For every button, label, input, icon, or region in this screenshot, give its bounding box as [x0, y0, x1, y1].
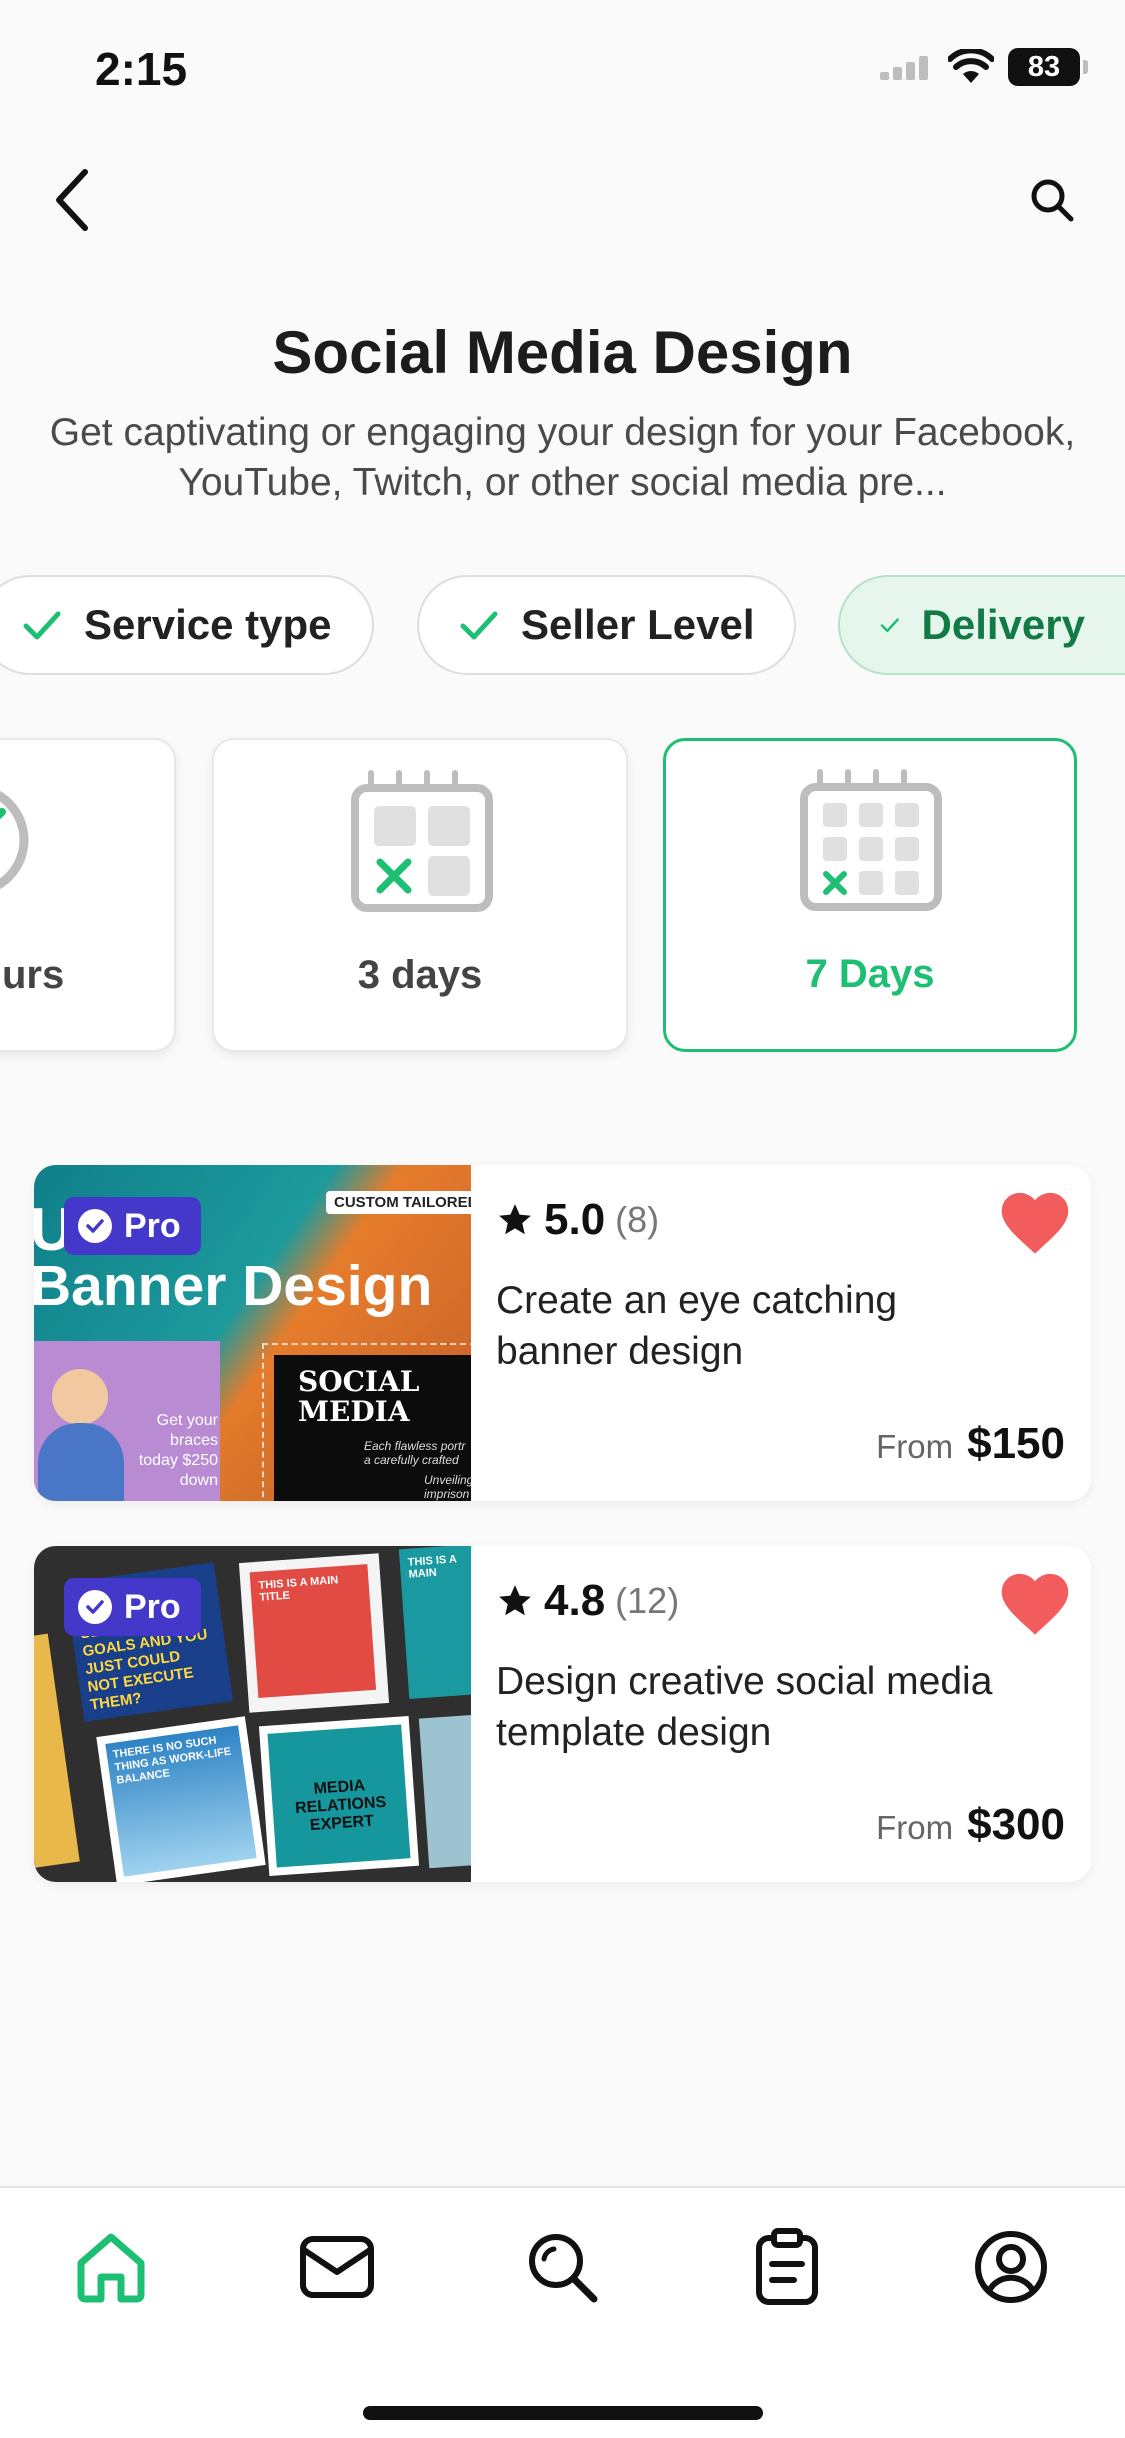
- gig-price: From $150: [876, 1419, 1065, 1469]
- review-count: (12): [615, 1580, 680, 1621]
- search-icon: [529, 2234, 598, 2303]
- verified-icon: [78, 1209, 112, 1243]
- delivery-option-label: 3 days: [357, 953, 483, 997]
- battery-indicator: 83: [1008, 48, 1088, 86]
- nav-search[interactable]: [517, 2222, 607, 2312]
- gig-title[interactable]: Create an eye catching banner design: [496, 1275, 1016, 1377]
- thumb-text: THERE IS NO SUCH THING AS WORK-LIFE BALA…: [112, 1734, 232, 1787]
- back-button[interactable]: [38, 160, 108, 240]
- filter-chip-label: Seller Level: [521, 601, 755, 648]
- delivery-option-label: urs: [2, 953, 65, 997]
- battery-level: 83: [1027, 50, 1061, 83]
- clock-icon: [0, 790, 29, 890]
- nav-orders[interactable]: [742, 2222, 832, 2312]
- nav-profile[interactable]: [966, 2222, 1056, 2312]
- calendar-3days-icon: [351, 770, 493, 912]
- gig-card[interactable]: SET YOUR GOALS AND YOU JUST COULD NOT EX…: [34, 1546, 1091, 1882]
- home-indicator: [363, 2406, 763, 2420]
- wifi-icon: [948, 49, 994, 83]
- check-icon: [460, 611, 498, 640]
- thumb-text: THIS IS A MAIN: [407, 1553, 457, 1581]
- nav-home[interactable]: [66, 2222, 156, 2312]
- verified-icon: [78, 1590, 112, 1624]
- filter-chip-seller-level[interactable]: Seller Level: [417, 575, 797, 675]
- filter-chip-service-type[interactable]: Service type: [0, 575, 374, 675]
- price-value: $300: [967, 1800, 1065, 1849]
- chevron-left-icon: [56, 169, 88, 231]
- delivery-option-hours[interactable]: urs: [0, 738, 176, 1052]
- nav-inbox[interactable]: [292, 2222, 382, 2312]
- status-icons: 83: [878, 48, 1088, 86]
- pro-badge-label: Pro: [124, 1587, 181, 1626]
- page-title: Social Media Design: [272, 319, 853, 386]
- heart-icon[interactable]: [997, 1187, 1073, 1257]
- heart-icon[interactable]: [997, 1568, 1073, 1638]
- gig-card[interactable]: CUSTOM TAILORED U e Banner Design Get yo…: [34, 1165, 1091, 1501]
- thumb-text: Banner Design: [34, 1254, 433, 1318]
- orders-icon: [756, 2228, 818, 2305]
- delivery-option-3-days[interactable]: 3 days: [212, 738, 628, 1052]
- gig-price: From $300: [876, 1800, 1065, 1850]
- check-icon: [880, 618, 899, 633]
- filter-chip-label: Service type: [84, 601, 332, 648]
- bottom-nav: [0, 2186, 1125, 2438]
- gig-rating: 5.0 (8): [496, 1195, 659, 1245]
- search-icon: [1031, 179, 1074, 222]
- thumb-text: THIS IS A MAIN TITLE: [258, 1574, 339, 1604]
- mail-icon: [300, 2236, 374, 2298]
- check-icon: [23, 611, 61, 640]
- filter-chip-label: Delivery: [921, 601, 1085, 648]
- price-value: $150: [967, 1419, 1065, 1468]
- from-label: From: [876, 1809, 954, 1846]
- status-time: 2:15: [95, 43, 188, 95]
- search-button[interactable]: [1017, 160, 1087, 240]
- rating-value: 4.8: [544, 1576, 606, 1625]
- profile-icon: [975, 2231, 1047, 2303]
- star-icon: [499, 1585, 531, 1616]
- gig-rating: 4.8 (12): [496, 1576, 679, 1626]
- review-count: (8): [615, 1199, 660, 1240]
- home-icon: [77, 2233, 145, 2303]
- delivery-option-7-days[interactable]: 7 Days: [663, 738, 1077, 1052]
- from-label: From: [876, 1428, 954, 1465]
- gig-title[interactable]: Design creative social media template de…: [496, 1656, 1016, 1758]
- filter-chip-delivery[interactable]: Delivery: [838, 575, 1125, 675]
- pro-badge: Pro: [64, 1197, 201, 1255]
- thumb-text: Get your braces today $250 down: [138, 1412, 218, 1489]
- thumb-tag: CUSTOM TAILORED: [326, 1191, 471, 1214]
- page-description: Get captivating or engaging your design …: [49, 411, 1076, 504]
- calendar-7days-icon: [800, 769, 942, 911]
- rating-value: 5.0: [544, 1195, 606, 1244]
- signal-icon: [880, 56, 928, 80]
- pro-badge-label: Pro: [124, 1206, 181, 1245]
- star-icon: [499, 1204, 531, 1235]
- delivery-option-label: 7 Days: [805, 952, 935, 996]
- pro-badge: Pro: [64, 1578, 201, 1636]
- thumb-text: MEDIA RELATIONS EXPERT: [294, 1777, 387, 1835]
